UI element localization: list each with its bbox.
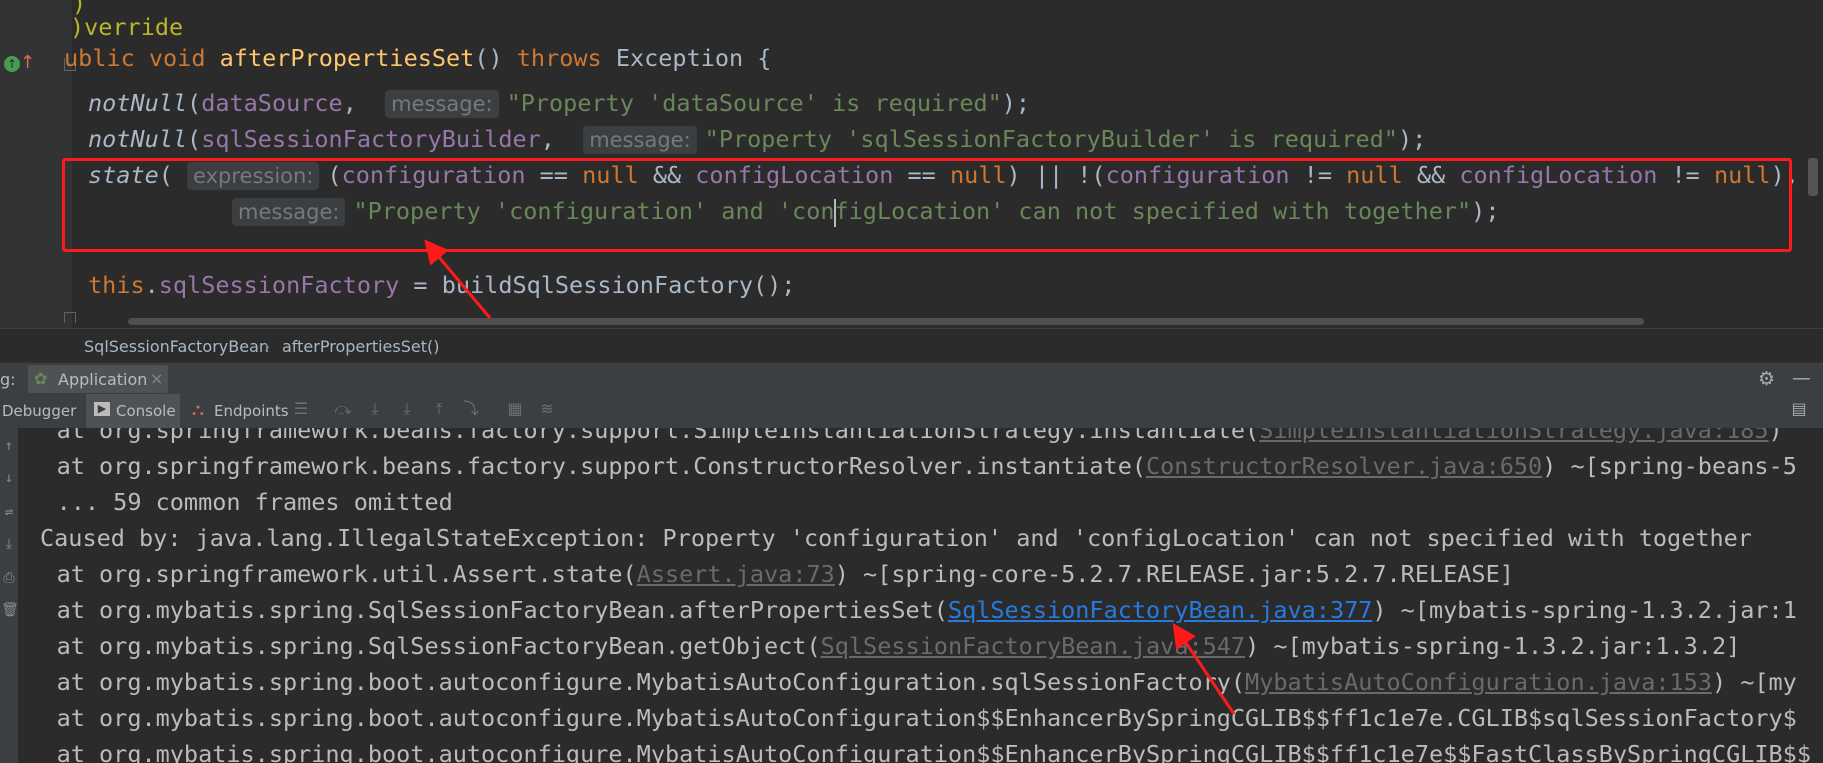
log-text: Caused by: java.lang.IllegalStateExcepti… [40,524,1752,552]
endpoints-icon: ⛬ [192,400,204,420]
step-over-icon[interactable]: ⤓ [366,400,384,418]
string-literal: "Property 'dataSource' is required" [506,89,1002,117]
run-to-cursor-icon[interactable]: ⤵ [462,400,480,418]
evaluate-expression-icon[interactable]: ▦ [506,400,524,418]
minimize-icon[interactable]: — [1792,367,1811,389]
tab-close-icon[interactable]: × [150,369,163,388]
param-hint-message: message: [583,126,697,154]
method-name: afterPropertiesSet [219,44,475,72]
log-line: at org.mybatis.spring.boot.autoconfigure… [0,700,1797,736]
override-marker-icon[interactable]: ↑ [4,56,20,72]
tab-endpoints[interactable]: Endpoints [214,402,289,420]
fold-marker-icon[interactable] [64,312,76,323]
log-line: at org.mybatis.spring.boot.autoconfigure… [0,664,1797,700]
run-window-header: g: ✿ Application × ⚙ — [0,362,1823,395]
source-link[interactable]: Assert.java:73 [637,560,835,588]
code-line-method-signature: ublic void afterPropertiesSet() throws E… [64,41,771,75]
show-execution-point-icon[interactable]: ⤼ [334,400,352,418]
trace-icon[interactable]: ≋ [538,400,556,418]
layout-settings-icon[interactable]: ▤ [1790,400,1808,418]
log-text: at org.mybatis.spring.boot.autoconfigure… [0,704,1797,732]
tab-console[interactable]: ▶ Console [86,394,180,428]
statement-end: ); [1001,89,1031,117]
log-text: ... 59 common frames omitted [0,488,453,516]
log-line: at org.mybatis.spring.boot.autoconfigure… [0,736,1811,763]
run-toolbar: Debugger ▶ Console ⛬ Endpoints ☰ ⤼ ⤓ ⤓ ⤒… [0,394,1823,429]
log-text: at org.springframework.util.Assert.state… [0,560,637,588]
menu-lines-icon[interactable]: ☰ [292,400,310,418]
tab-console-label: Console [116,402,176,420]
breadcrumb-method[interactable]: afterPropertiesSet() [282,337,439,356]
breadcrumb: SqlSessionFactoryBean › afterPropertiesS… [0,328,1823,363]
log-line: at org.mybatis.spring.SqlSessionFactoryB… [0,592,1797,628]
step-into-icon[interactable]: ⤓ [398,400,416,418]
log-line-caused-by: Caused by: java.lang.IllegalStateExcepti… [40,520,1752,556]
notnull-call: notNull [88,89,188,117]
tab-debugger[interactable]: Debugger [2,402,76,420]
log-text: ) ~[spring-beans-5 [1542,452,1797,480]
vertical-scrollbar-thumb[interactable] [1808,158,1818,196]
source-link[interactable]: SqlSessionFactoryBean.java:547 [821,632,1245,660]
log-text: at org.mybatis.spring.boot.autoconfigure… [0,740,1811,763]
builder-field: sqlSessionFactoryBuilder [201,125,541,153]
implements-arrow-icon[interactable]: ↑ [20,52,35,74]
tab-application[interactable]: ✿ Application × [28,365,168,393]
breadcrumb-class[interactable]: SqlSessionFactoryBean [84,337,269,356]
log-text: ) ~[mybatis-spring-1.3.2.jar:1 [1372,596,1797,624]
public-keyword: ublic [64,44,135,72]
source-link-hovered[interactable]: SqlSessionFactoryBean.java:377 [948,596,1372,624]
method-parens: () [474,44,503,72]
log-text: ) ~[spring-core-5.2.7.RELEASE.jar:5.2.7.… [834,560,1514,588]
gear-icon[interactable]: ⚙ [1758,368,1775,390]
console-output[interactable]: ↑ ↓ ⇌ ⤓ ⎙ 🗑 at org.springframework.beans… [0,428,1823,763]
string-literal: "Property 'sqlSessionFactoryBuilder' is … [704,125,1398,153]
code-line-notnull-datasource: notNull(dataSource, message: "Property 'd… [88,89,1031,118]
notnull-call: notNull [88,125,188,153]
override-annotation: )verride [70,13,184,41]
log-line: at org.springframework.beans.factory.sup… [0,428,1783,448]
exception-text: Exception { [615,44,772,72]
spring-boot-icon: ✿ [34,369,48,388]
log-text: ) ~[mybatis-spring-1.3.2.jar:1.3.2] [1245,632,1741,660]
this-keyword: this [88,271,145,299]
log-text: at org.mybatis.spring.SqlSessionFactoryB… [0,632,821,660]
log-text: ) [1768,428,1783,444]
void-keyword: void [148,44,206,72]
log-line: at org.springframework.util.Assert.state… [0,556,1514,592]
source-link[interactable]: SimpleInstantiationStrategy.java:185 [1259,428,1768,444]
sqlsessionfactory-field: sqlSessionFactory [158,271,400,299]
highlight-box [62,158,1792,252]
log-text: at org.springframework.beans.factory.sup… [0,452,1147,480]
code-line-build-factory: this.sqlSessionFactory = buildSqlSession… [88,271,796,299]
horizontal-scrollbar[interactable] [128,318,1644,325]
log-text: ) ~[my [1711,668,1797,696]
source-link[interactable]: MybatisAutoConfiguration.java:153 [1245,668,1712,696]
step-out-icon[interactable]: ⤒ [430,400,448,418]
log-text: at org.mybatis.spring.boot.autoconfigure… [0,668,1246,696]
log-line: at org.mybatis.spring.SqlSessionFactoryB… [0,628,1741,664]
log-line: ... 59 common frames omitted [0,484,453,520]
throws-keyword: throws [516,44,602,72]
code-line-notnull-builder: notNull(sqlSessionFactoryBuilder, messag… [88,125,1427,154]
statement-end: ); [1397,125,1427,153]
log-line: at org.springframework.beans.factory.sup… [0,448,1797,484]
tab-application-label: Application [58,370,148,389]
assignment-text: = buildSqlSessionFactory(); [399,271,796,299]
run-window-label: g: [0,370,16,389]
log-text: at org.springframework.beans.factory.sup… [0,428,1260,444]
param-hint-message: message: [385,90,499,118]
datasource-field: dataSource [201,89,343,117]
code-editor[interactable]: ↑ ↑ ) )verride ublic void afterPropertie… [0,0,1823,328]
source-link[interactable]: ConstructorResolver.java:650 [1146,452,1542,480]
scroll-to-end-icon[interactable]: ⤓ [1,536,17,552]
console-icon: ▶ [94,402,110,416]
log-text: at org.mybatis.spring.SqlSessionFactoryB… [0,596,948,624]
code-line-annotation: )verride [70,10,183,44]
breadcrumb-separator: › [264,337,271,356]
